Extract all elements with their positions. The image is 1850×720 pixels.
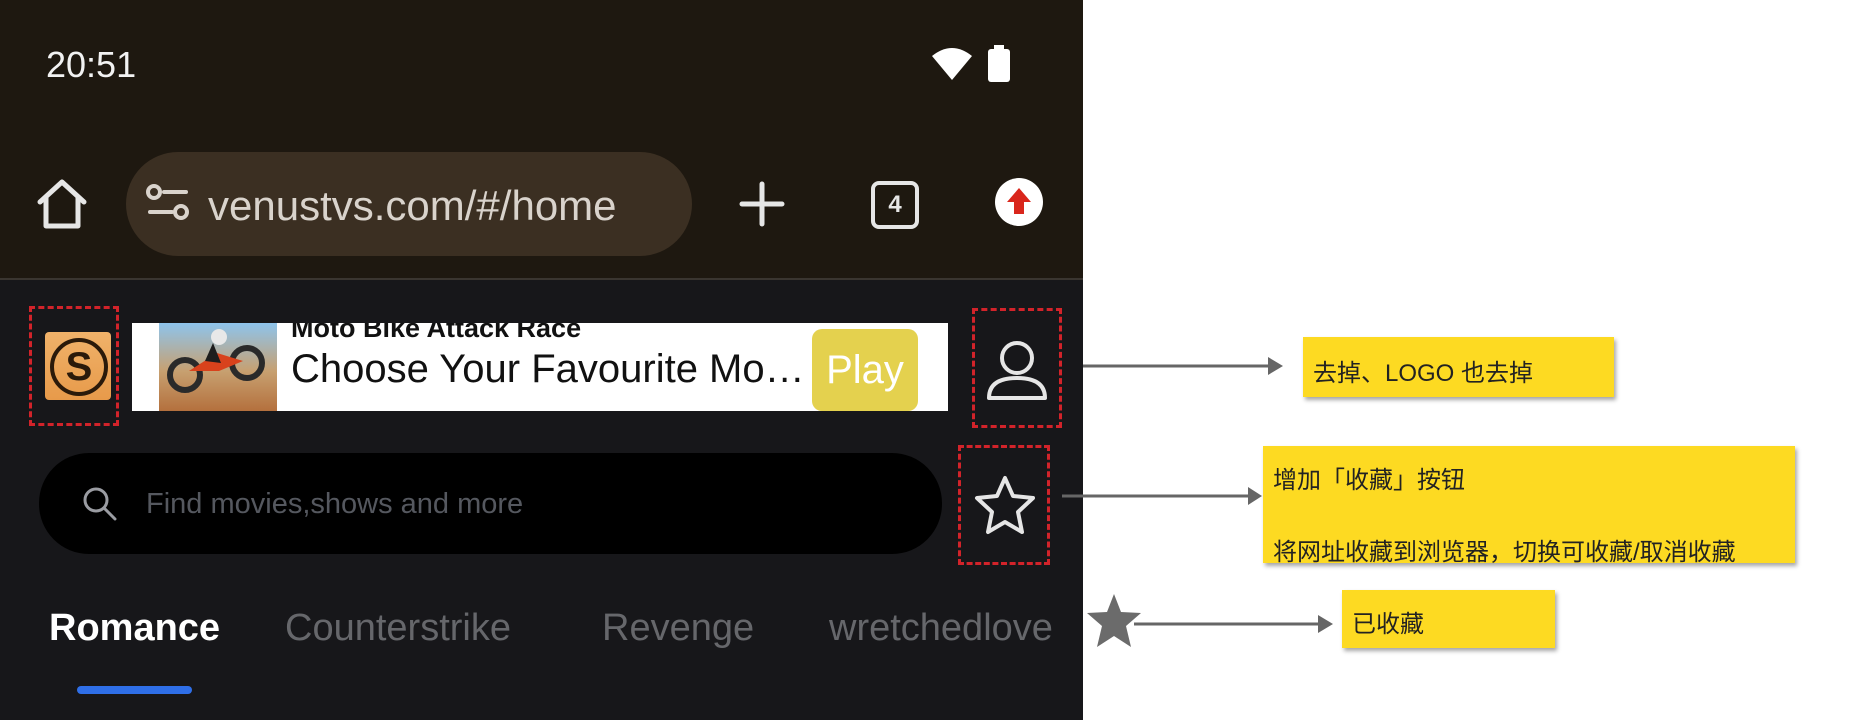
annotation-favorite-line1: 增加「收藏」按钮 (1273, 467, 1465, 494)
annotation-favorited-note: 已收藏 (1342, 590, 1555, 648)
arrow-3 (1134, 615, 1333, 633)
annotation-favorited-text: 已收藏 (1352, 611, 1424, 638)
arrow-1 (1083, 357, 1283, 375)
annotation-favorite-note: 增加「收藏」按钮 将网址收藏到浏览器，切换可收藏/取消收藏 (1263, 446, 1795, 566)
annotation-remove-text: 去掉、LOGO 也去掉 (1313, 360, 1534, 387)
annotation-remove-note: 去掉、LOGO 也去掉 (1303, 337, 1614, 397)
star-filled-icon (1087, 594, 1141, 647)
annotation-favorite-line2: 将网址收藏到浏览器，切换可收藏/取消收藏 (1273, 539, 1736, 566)
arrow-2 (1062, 487, 1262, 505)
